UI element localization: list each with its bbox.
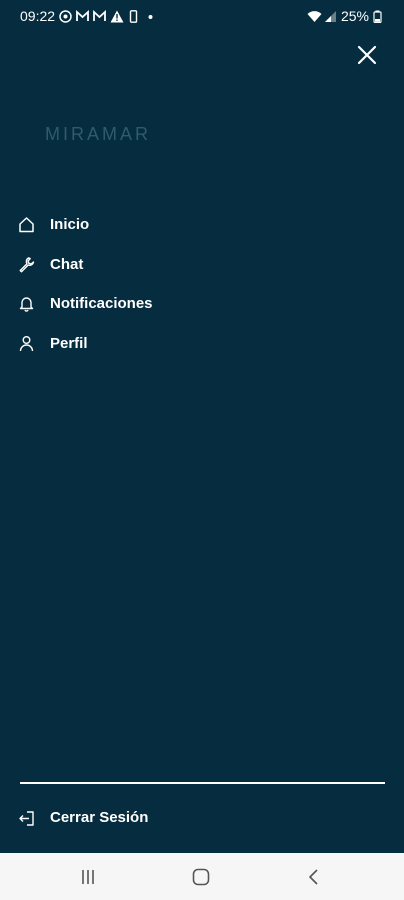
- gmail-icon: [76, 9, 89, 23]
- back-icon: [309, 869, 318, 885]
- recent-apps-button[interactable]: [78, 867, 98, 887]
- signal-icon: [324, 10, 337, 23]
- user-icon: [17, 334, 35, 352]
- menu-item-label: Inicio: [50, 216, 90, 234]
- whatsapp-icon: [59, 9, 72, 23]
- status-time: 09:22: [20, 8, 56, 24]
- wrench-icon: [17, 255, 35, 273]
- app-logo: MIRAMAR: [45, 124, 151, 144]
- close-button[interactable]: [356, 44, 378, 66]
- logout-label: Cerrar Sesión: [50, 809, 149, 826]
- status-bar: 09:22 25%: [0, 0, 404, 32]
- menu-item-label: Notificaciones: [50, 295, 153, 313]
- wifi-icon: [307, 10, 322, 23]
- logout-button[interactable]: Cerrar Sesión: [0, 800, 404, 836]
- alert-icon: [110, 10, 124, 23]
- menu-item-label: Chat: [50, 255, 84, 273]
- menu-item-inicio[interactable]: Inicio: [0, 205, 404, 245]
- logout-icon: [17, 809, 35, 827]
- system-nav-bar: [0, 853, 404, 900]
- home-nav-button[interactable]: [191, 867, 211, 887]
- battery-icon: [373, 10, 386, 23]
- dot-icon: [144, 10, 157, 23]
- battery-percent: 25%: [340, 8, 369, 24]
- menu-divider: [20, 782, 385, 784]
- menu-item-label: Perfil: [50, 334, 88, 352]
- bell-icon: [17, 295, 35, 313]
- home-icon: [17, 216, 35, 234]
- menu-item-notificaciones[interactable]: Notificaciones: [0, 284, 404, 324]
- menu-item-chat[interactable]: Chat: [0, 245, 404, 285]
- back-button[interactable]: [304, 867, 324, 887]
- side-menu-screen: 09:22 25% MIRAMAR Inicio Chat Notificaci…: [0, 0, 404, 900]
- status-right: 25%: [307, 7, 386, 25]
- navigation-menu: Inicio Chat Notificaciones Perfil: [0, 205, 404, 363]
- recent-apps-icon: [82, 870, 94, 884]
- close-icon: [357, 45, 377, 65]
- status-left: 09:22: [20, 7, 157, 25]
- phone-icon: [127, 9, 140, 23]
- home-button-icon: [192, 868, 210, 886]
- gmail-icon: [93, 9, 106, 23]
- menu-item-perfil[interactable]: Perfil: [0, 324, 404, 364]
